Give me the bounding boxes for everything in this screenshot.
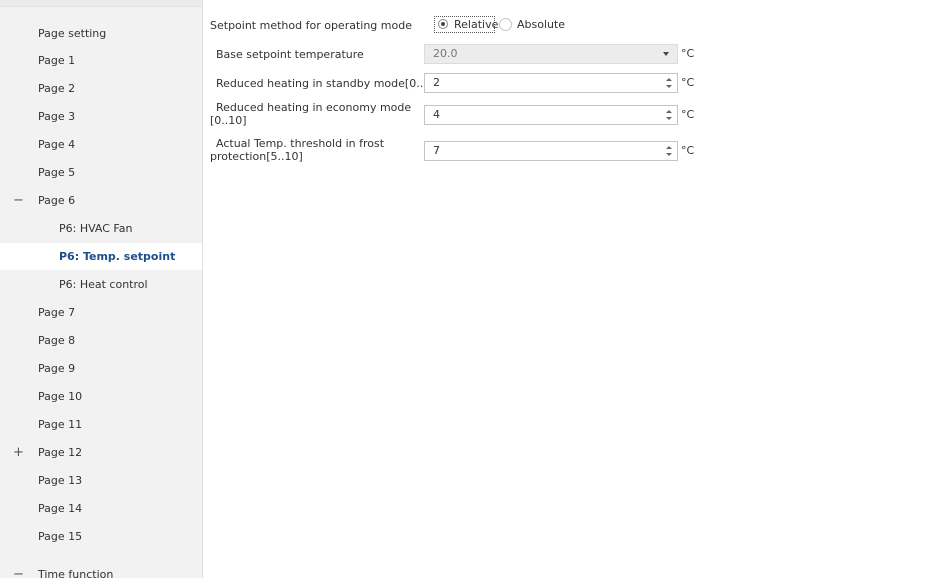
base-setpoint-value: 20.0 [433,47,458,60]
absolute-radio-label: Absolute [517,18,566,31]
sidebar-item-label: Page 4 [38,138,76,151]
sidebar-item-label: Page setting [38,27,107,40]
sidebar-item-page-15[interactable]: Page 15 [0,523,202,550]
spinner-arrows-icon[interactable] [665,144,673,158]
sidebar-item-label: Page 15 [38,530,83,543]
sidebar-item-label: Page 9 [38,362,76,375]
base-setpoint-unit: °C [681,47,695,60]
standby-value: 2 [433,76,440,89]
sidebar-item-page-1[interactable]: Page 1 [0,47,202,74]
economy-label: Reduced heating in economy mode [0..10] [210,101,411,127]
standby-spinbox[interactable]: 2 [424,73,678,93]
base-setpoint-dropdown[interactable]: 20.0 [424,44,678,64]
sidebar-item-label: Time function [38,568,114,578]
economy-unit: °C [681,108,695,121]
sidebar-item-page-setting[interactable]: Page setting [0,20,202,47]
radio-unselected-icon [499,18,512,31]
sidebar-item-page-12[interactable]: + Page 12 [0,439,202,466]
sidebar-item-label: Page 7 [38,306,76,319]
sidebar-item-label: Page 12 [38,446,83,459]
sidebar-item-p6-hvac-fan[interactable]: P6: HVAC Fan [0,215,202,242]
sidebar-item-page-5[interactable]: Page 5 [0,159,202,186]
sidebar-item-label: Page 6 [38,194,76,207]
sidebar-item-label: P6: Temp. setpoint [59,250,176,263]
sidebar-item-page-10[interactable]: Page 10 [0,383,202,410]
relative-radio[interactable]: Relative [434,16,499,33]
spinner-arrows-icon[interactable] [665,76,673,90]
sidebar-item-page-2[interactable]: Page 2 [0,75,202,102]
sidebar-nav: Page setting Page 1 Page 2 Page 3 Page 4… [0,0,202,578]
sidebar-item-label: Page 14 [38,502,83,515]
frost-label-line1: Actual Temp. threshold in frost [216,137,385,150]
sidebar-item-page-3[interactable]: Page 3 [0,103,202,130]
radio-selected-icon [438,19,448,29]
standby-label: Reduced heating in standby mode[0..10] [216,77,442,90]
sidebar-item-page-11[interactable]: Page 11 [0,411,202,438]
sidebar-item-page-9[interactable]: Page 9 [0,355,202,382]
frost-unit: °C [681,144,695,157]
sidebar-item-label: P6: HVAC Fan [59,222,133,235]
sidebar-top-shade [0,0,202,7]
economy-spinbox[interactable]: 4 [424,105,678,125]
frost-value: 7 [433,144,440,157]
sidebar-item-time-function[interactable]: − Time function [0,561,202,578]
sidebar-item-page-7[interactable]: Page 7 [0,299,202,326]
expand-icon[interactable]: + [13,439,24,466]
sidebar-item-page-13[interactable]: Page 13 [0,467,202,494]
sidebar-item-p6-heat-control[interactable]: P6: Heat control [0,271,202,298]
economy-value: 4 [433,108,440,121]
economy-label-line2: [0..10] [210,114,247,127]
standby-unit: °C [681,76,695,89]
base-setpoint-label: Base setpoint temperature [216,48,364,61]
sidebar-item-label: Page 1 [38,54,76,67]
sidebar-item-label: Page 3 [38,110,76,123]
sidebar-item-page-14[interactable]: Page 14 [0,495,202,522]
collapse-icon[interactable]: − [13,187,24,214]
sidebar-item-page-6[interactable]: − Page 6 [0,187,202,214]
sidebar-item-label: Page 10 [38,390,83,403]
sidebar-item-label: Page 2 [38,82,76,95]
sidebar-item-page-8[interactable]: Page 8 [0,327,202,354]
economy-label-line1: Reduced heating in economy mode [216,101,412,114]
frost-spinbox[interactable]: 7 [424,141,678,161]
sidebar-item-p6-temp-setpoint[interactable]: P6: Temp. setpoint [0,243,202,270]
parameter-panel: Setpoint method for operating mode Relat… [203,0,929,578]
sidebar-item-label: P6: Heat control [59,278,148,291]
sidebar-item-label: Page 11 [38,418,83,431]
collapse-icon[interactable]: − [13,561,24,578]
relative-radio-label: Relative [454,18,499,31]
sidebar-item-label: Page 5 [38,166,76,179]
spinner-arrows-icon[interactable] [665,108,673,122]
absolute-radio[interactable]: Absolute [499,16,579,34]
sidebar-item-label: Page 13 [38,474,83,487]
chevron-down-icon[interactable] [663,52,669,56]
frost-label-line2: protection[5..10] [210,150,303,163]
sidebar-item-page-4[interactable]: Page 4 [0,131,202,158]
sidebar-item-label: Page 8 [38,334,76,347]
setpoint-method-label: Setpoint method for operating mode [210,19,412,32]
frost-label: Actual Temp. threshold in frost protecti… [210,137,384,163]
